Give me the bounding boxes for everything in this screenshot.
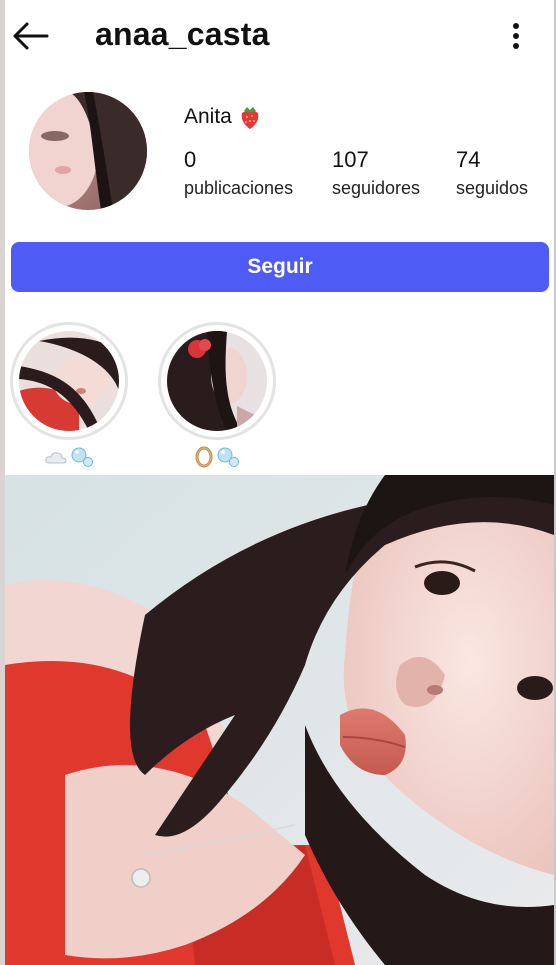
portrait-image: [5, 475, 554, 965]
back-button[interactable]: [9, 18, 49, 54]
top-bar: anaa_casta: [5, 0, 554, 74]
highlight-cover-2: [167, 331, 267, 431]
profile-photo[interactable]: [5, 475, 554, 965]
strawberry-icon: [241, 107, 259, 129]
follow-button[interactable]: Seguir: [11, 242, 549, 292]
posts-label: publicaciones: [184, 178, 294, 198]
posts-count: 0: [184, 147, 197, 172]
cloud-icon: [45, 452, 67, 464]
arrow-left-icon: [13, 22, 49, 50]
following-count: 74: [456, 147, 481, 172]
profile-avatar[interactable]: [29, 92, 147, 210]
bubbles-icon: [217, 447, 239, 467]
followers-count: 107: [332, 147, 369, 172]
following-label: seguidos: [456, 178, 529, 198]
highlight-label-1: [10, 444, 128, 470]
story-highlight-2[interactable]: [158, 322, 276, 470]
profile-screen: anaa_casta Anita 0 publicaciones 107 seg…: [5, 0, 554, 965]
story-highlight-1[interactable]: [10, 322, 128, 470]
ring-icon: [195, 446, 213, 468]
profile-username: anaa_casta: [95, 16, 270, 52]
highlight-ring: [158, 322, 276, 440]
stat-posts[interactable]: 0 publicaciones: [184, 146, 293, 202]
display-name-text: Anita: [184, 105, 232, 128]
followers-label: seguidores: [332, 178, 421, 198]
profile-display-name: Anita: [184, 104, 262, 130]
more-vertical-icon: [513, 23, 519, 49]
stat-following[interactable]: 74 seguidos: [456, 146, 528, 202]
highlight-cover-1: [19, 331, 119, 431]
bubbles-icon: [71, 447, 93, 467]
more-options-button[interactable]: [501, 18, 531, 54]
stat-followers[interactable]: 107 seguidores: [332, 146, 420, 202]
highlight-label-2: [158, 444, 276, 470]
avatar-photo: [29, 92, 147, 210]
highlight-ring: [10, 322, 128, 440]
